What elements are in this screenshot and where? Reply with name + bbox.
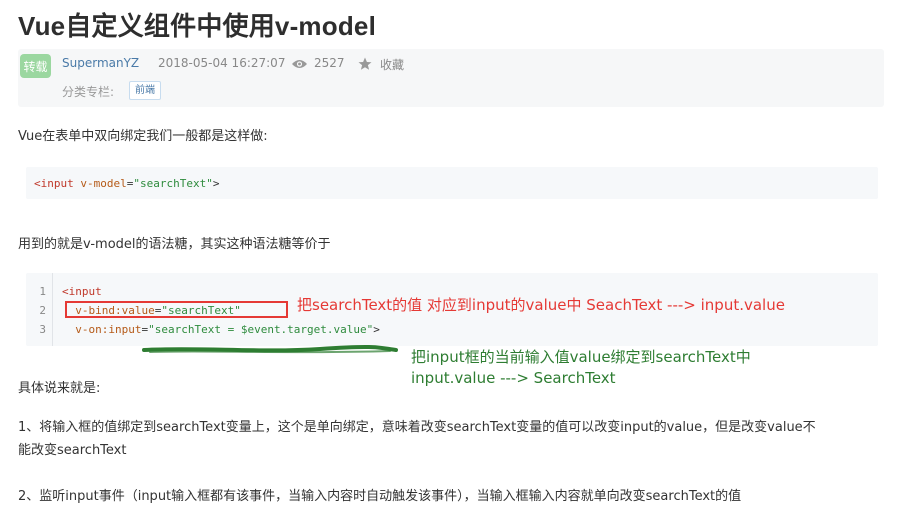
paragraph-specifics: 具体说来就是: [18, 381, 101, 396]
star-icon[interactable] [358, 57, 372, 71]
code-line-3: v-on:input="searchText = $event.target.v… [62, 323, 380, 336]
code-line: <input v-model="searchText"> [34, 177, 219, 190]
annotation-green-line-1: 把input框的当前输入值value绑定到searchText中 [411, 348, 751, 366]
code-line-1: <input [62, 285, 102, 298]
paragraph-intro: Vue在表单中双向绑定我们一般都是这样做: [18, 129, 268, 144]
paragraph-point-1-line-1: 1、将输入框的值绑定到searchText变量上，这个是单向绑定，意味着改变se… [18, 420, 816, 435]
highlight-box [65, 301, 288, 318]
publish-date: 2018-05-04 16:27:07 [158, 56, 286, 70]
line-number: 3 [39, 323, 46, 336]
collect-button[interactable]: 收藏 [380, 56, 404, 73]
code-close: > [373, 323, 380, 336]
author-link[interactable]: SupermanYZ [62, 56, 139, 70]
paragraph-point-1-line-2: 能改变searchText [18, 443, 127, 458]
code-close: > [212, 177, 220, 190]
underline-scribble [142, 345, 398, 354]
view-count: 2527 [314, 56, 345, 70]
code-tag: <input [34, 177, 74, 190]
code-value: "searchText = $event.target.value" [148, 323, 374, 336]
line-number-gutter: 1 2 3 [26, 273, 53, 346]
annotation-red: 把searchText的值 对应到input的value中 SeachText … [297, 296, 785, 314]
article-title: Vue自定义组件中使用v-model [18, 11, 377, 41]
line-number: 2 [39, 304, 46, 317]
code-value: "searchText" [133, 177, 213, 190]
annotation-green-line-2: input.value ---> SearchText [411, 369, 616, 387]
eye-icon [292, 60, 307, 68]
category-label: 分类专栏: [62, 85, 115, 99]
code-tag: <input [62, 285, 102, 298]
paragraph-point-2: 2、监听input事件（input输入框都有该事件，当输入内容时自动触发该事件）… [18, 489, 742, 504]
code-attr: v-on:input [75, 323, 142, 336]
article-meta: 转载 SupermanYZ 2018-05-04 16:27:07 2527 收… [18, 49, 884, 107]
code-attr: v-model [80, 177, 127, 190]
code-block-vmodel: <input v-model="searchText"> [26, 167, 878, 199]
paragraph-syntax-sugar: 用到的就是v-model的语法糖，其实这种语法糖等价于 [18, 237, 331, 252]
repost-badge: 转载 [20, 54, 51, 78]
category-tag[interactable]: 前端 [129, 81, 161, 100]
line-number: 1 [39, 285, 46, 298]
